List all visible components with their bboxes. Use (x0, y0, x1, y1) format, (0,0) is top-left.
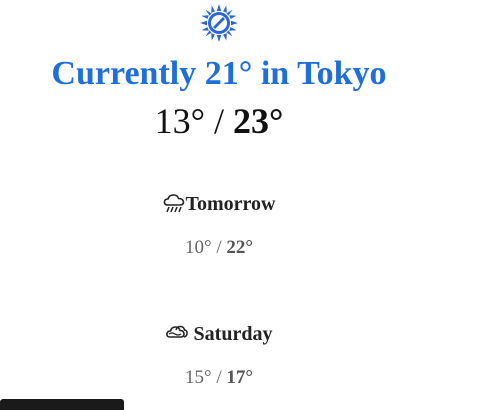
sun-icon (200, 4, 238, 42)
forecast-temperature-range: 15° / 17° (0, 366, 438, 390)
weather-widget: Currently 21° in Tokyo 13° / 23° Tomorro… (0, 0, 500, 410)
forecast-day-label: Saturday (193, 323, 273, 345)
forecast-range-separator: / (211, 237, 227, 258)
forecast-day-heading: Saturday (0, 321, 438, 347)
forecast-temperature-range: 10° / 22° (0, 236, 438, 260)
forecast-high-temp: 22° (226, 237, 253, 258)
bottom-bar (0, 399, 124, 410)
forecast-range-separator: / (211, 367, 227, 388)
forecast-day-label: Tomorrow (185, 193, 276, 215)
forecast-high-temp: 17° (226, 367, 253, 388)
current-prefix: Currently (51, 55, 205, 92)
current-weather-title: Currently 21° in Tokyo (0, 52, 438, 96)
current-high-temp: 23° (233, 101, 284, 141)
current-middle: in (252, 55, 298, 92)
forecast-day-heading: Tomorrow (0, 191, 438, 217)
cloudy-icon (165, 325, 188, 338)
current-range-separator: / (204, 101, 233, 141)
current-temperature-range: 13° / 23° (0, 98, 438, 144)
current-city: Tokyo (297, 55, 387, 92)
current-temperature: 21° (204, 55, 253, 92)
current-low-temp: 13° (154, 101, 205, 141)
forecast-low-temp: 15° (185, 367, 212, 388)
rain-cloud-icon (163, 194, 184, 213)
forecast-low-temp: 10° (185, 237, 212, 258)
